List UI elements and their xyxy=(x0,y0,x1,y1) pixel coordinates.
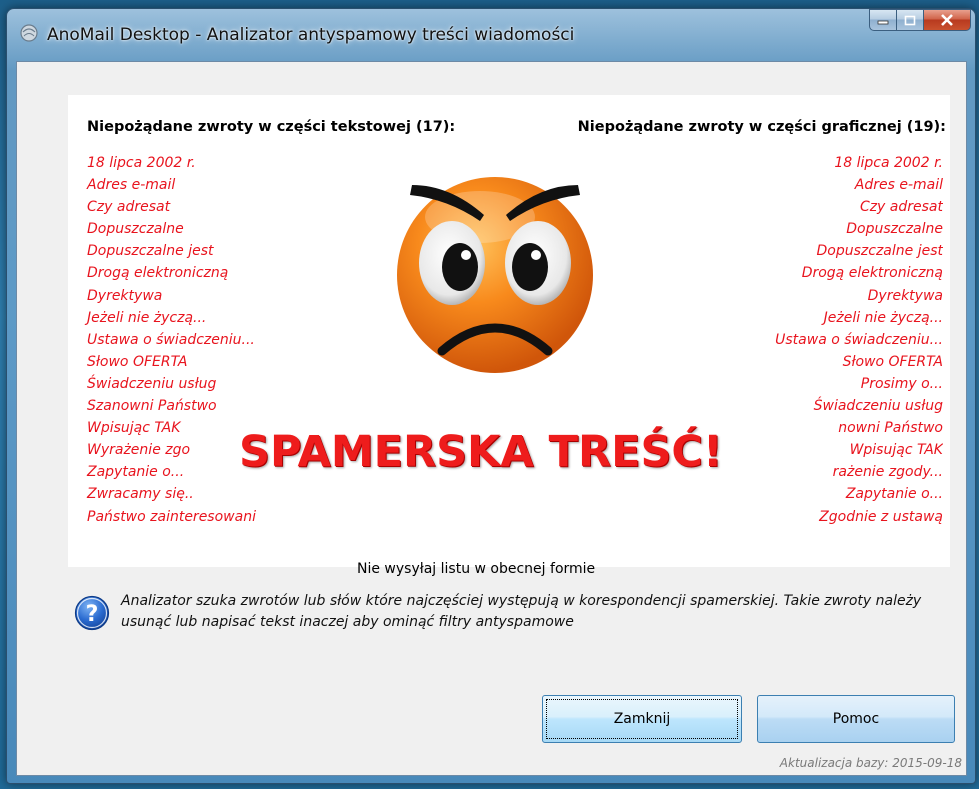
title-bar[interactable]: AnoMail Desktop - Analizator antyspamowy… xyxy=(7,9,975,61)
image-part-heading: Niepożądane zwroty w części graficznej (… xyxy=(577,119,946,135)
text-part-heading: Niepożądane zwroty w części tekstowej (1… xyxy=(87,119,456,135)
list-item: Dopuszczalne xyxy=(846,221,943,238)
list-item: Zgodnie z ustawą xyxy=(819,508,943,525)
warning-text: Nie wysyłaj listu w obecnej formie xyxy=(357,561,596,577)
analysis-panel: Niepożądane zwroty w części tekstowej (1… xyxy=(68,95,950,577)
close-button[interactable]: Zamknij xyxy=(542,695,742,743)
window-title: AnoMail Desktop - Analizator antyspamowy… xyxy=(47,25,575,45)
help-button[interactable]: Pomoc xyxy=(757,695,955,743)
dialog-body: Niepożądane zwroty w części tekstowej (1… xyxy=(16,61,967,776)
list-item: Szanowni Państwo xyxy=(87,398,217,415)
list-item: Jeżeli nie życzą... xyxy=(87,309,207,326)
list-item: rażenie zgody... xyxy=(832,464,943,481)
list-item: Czy adresat xyxy=(87,199,171,216)
close-icon xyxy=(941,14,953,26)
list-item: 18 lipca 2002 r. xyxy=(834,155,943,171)
list-item: Prosimy o... xyxy=(860,375,943,392)
svg-text:?: ? xyxy=(86,602,99,627)
text-phrase-list: 18 lipca 2002 r. Adres e-mail Czy adresa… xyxy=(87,152,256,528)
spam-verdict-title: SPAMERSKA TREŚĆ! xyxy=(239,427,723,477)
list-item: Słowo OFERTA xyxy=(842,353,943,370)
list-item: Świadczeniu usług xyxy=(813,398,943,415)
list-item: Dyrektywa xyxy=(867,287,943,304)
list-item: Wpisując TAK xyxy=(849,442,943,459)
minimize-icon xyxy=(877,20,889,25)
list-item: Dopuszczalne jest xyxy=(816,243,944,260)
list-item: Ustawa o świadczeniu... xyxy=(775,331,943,348)
database-update-date: Aktualizacja bazy: 2015-09-18 xyxy=(779,756,962,770)
list-item: Słowo OFERTA xyxy=(87,353,188,370)
list-item: Świadczeniu usług xyxy=(87,375,217,392)
image-phrase-list: 18 lipca 2002 r. Adres e-mail Czy adresa… xyxy=(775,152,943,529)
app-icon xyxy=(20,24,38,42)
list-item: Drogą elektroniczną xyxy=(801,265,943,282)
list-item: Adres e-mail xyxy=(87,177,176,194)
list-item: Drogą elektroniczną xyxy=(87,265,229,282)
list-item: Zwracamy się.. xyxy=(87,486,194,503)
question-icon: ? xyxy=(74,595,110,631)
list-item: nowni Państwo xyxy=(838,420,943,437)
maximize-icon xyxy=(904,15,916,25)
app-window: AnoMail Desktop - Analizator antyspamowy… xyxy=(6,8,976,784)
info-text: Analizator szuka zwrotów lub słów które … xyxy=(121,593,922,630)
list-item: 18 lipca 2002 r. xyxy=(87,155,196,171)
list-item: Ustawa o świadczeniu... xyxy=(87,331,255,348)
list-item: Wyrażenie zgo xyxy=(87,442,191,459)
close-window-button[interactable] xyxy=(924,9,971,31)
list-item: Zapytanie o... xyxy=(845,486,943,503)
minimize-button[interactable] xyxy=(869,9,897,31)
list-item: Dopuszczalne jest xyxy=(87,243,214,260)
list-item: Państwo zainteresowani xyxy=(87,508,256,525)
maximize-button[interactable] xyxy=(897,9,924,31)
angry-face-icon xyxy=(397,177,593,373)
list-item: Dyrektywa xyxy=(87,287,163,304)
list-item: Wpisując TAK xyxy=(87,420,181,437)
list-item: Dopuszczalne xyxy=(87,221,184,238)
list-item: Adres e-mail xyxy=(854,177,943,194)
caption-buttons xyxy=(869,9,971,31)
list-item: Zapytanie o... xyxy=(87,464,185,481)
list-item: Jeżeli nie życzą... xyxy=(823,309,943,326)
list-item: Czy adresat xyxy=(859,199,943,216)
